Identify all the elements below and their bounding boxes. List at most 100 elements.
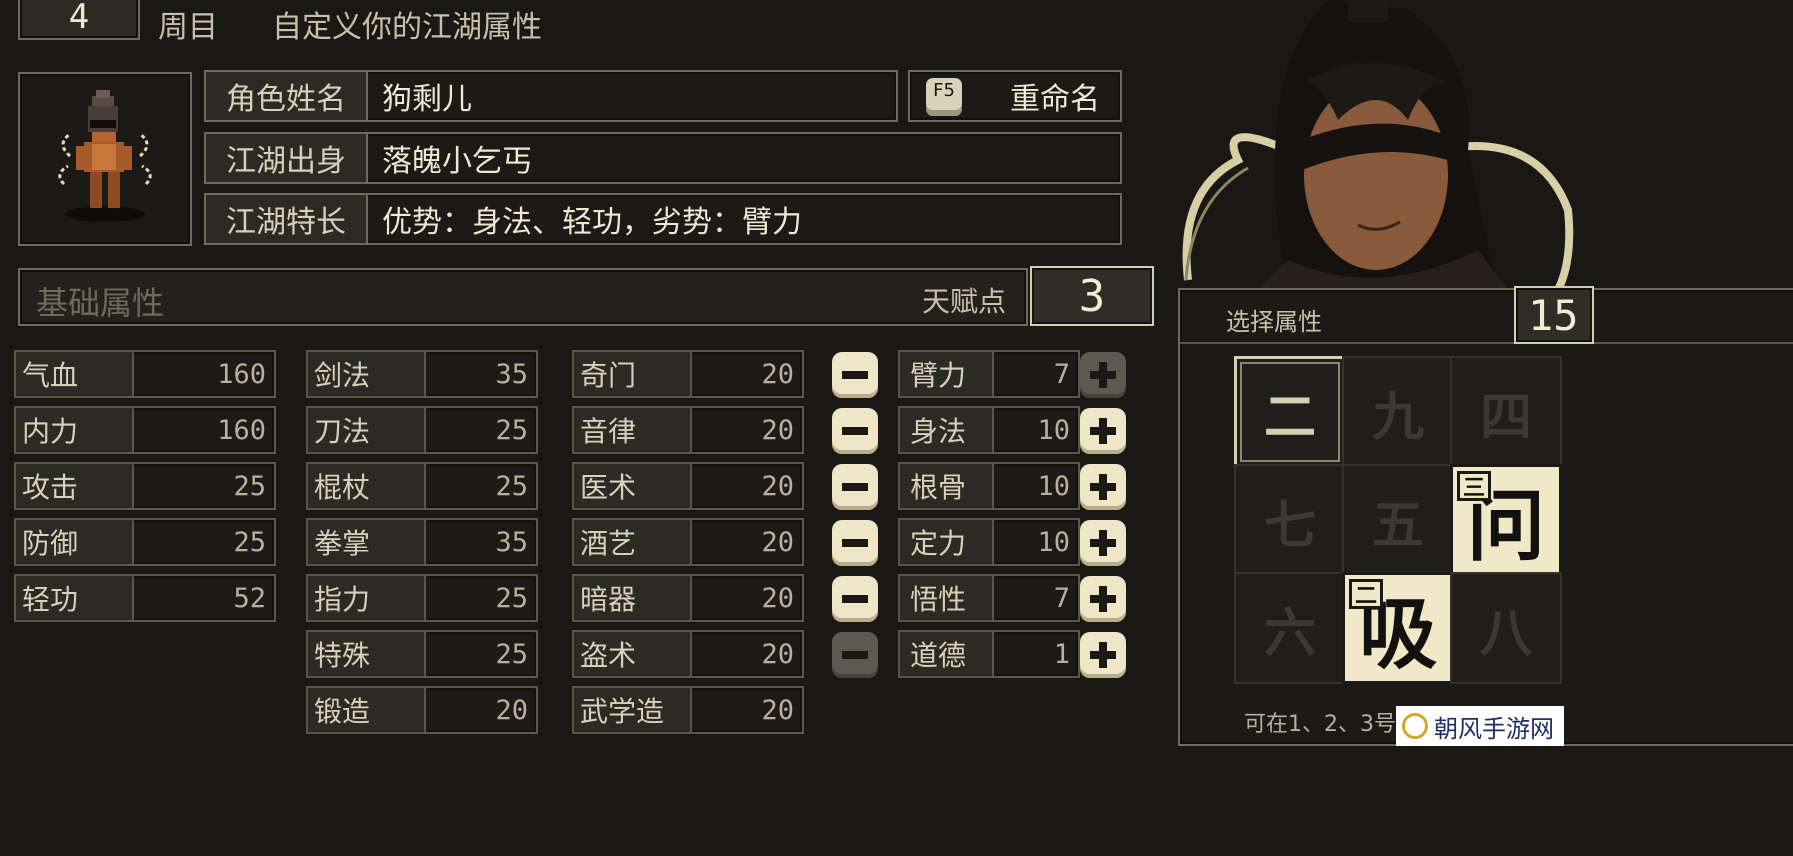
skill-1-value: 25: [495, 414, 528, 446]
skill-4-value: 25: [495, 582, 528, 614]
decrease-1-button[interactable]: [832, 408, 878, 454]
stat-4: 轻功 52: [14, 574, 276, 622]
name-label: 角色姓名: [206, 72, 368, 120]
origin-label: 江湖出身: [206, 134, 368, 182]
minus-icon: [842, 483, 868, 491]
trait-label: 江湖特长: [206, 195, 368, 243]
art-1-label: 音律: [574, 408, 692, 452]
talent-4-label: 悟性: [900, 576, 994, 620]
talent-2-label: 根骨: [900, 464, 994, 508]
select-count-box: 15: [1514, 286, 1594, 344]
art-6-label: 武学造: [574, 688, 692, 732]
cycle-number: 4: [68, 0, 90, 37]
art-2-value: 20: [761, 470, 794, 502]
increase-5-button[interactable]: [1080, 632, 1126, 678]
attribute-tile-2[interactable]: 四: [1450, 356, 1562, 468]
character-sprite: [58, 90, 152, 222]
stat-2-value: 25: [233, 470, 266, 502]
skill-5-label: 特殊: [308, 632, 426, 676]
skill-4-label: 指力: [308, 576, 426, 620]
watermark-logo-icon: [1402, 713, 1428, 739]
attribute-tile-8[interactable]: 八: [1450, 572, 1562, 684]
stat-0-label: 气血: [16, 352, 134, 396]
base-attributes-bar: 基础属性 天赋点: [18, 268, 1028, 326]
increase-0-button[interactable]: [1080, 352, 1126, 398]
art-2-label: 医术: [574, 464, 692, 508]
attribute-tile-0[interactable]: 二: [1234, 356, 1346, 468]
skill-5-value: 25: [495, 638, 528, 670]
character-sprite-frame: [18, 72, 192, 246]
art-4-label: 暗器: [574, 576, 692, 620]
origin-value: 落魄小乞丐: [382, 144, 532, 179]
tile-tag: 二: [1349, 579, 1383, 609]
talent-3-label: 定力: [900, 520, 994, 564]
talent-1-label: 身法: [900, 408, 994, 452]
watermark: 朝风手游网: [1396, 706, 1564, 746]
select-count-value: 15: [1528, 290, 1579, 340]
cycle-label: 周目: [158, 10, 218, 45]
tile-glyph: 七: [1263, 494, 1316, 556]
select-hint: 可在1、2、3号: [1244, 712, 1396, 737]
skill-3-label: 拳掌: [308, 520, 426, 564]
name-value[interactable]: 狗剩儿: [382, 72, 472, 120]
decrease-2-button[interactable]: [832, 464, 878, 510]
art-4-value: 20: [761, 582, 794, 614]
origin-row: 江湖出身 落魄小乞丐: [204, 132, 1122, 184]
skill-2-label: 棍杖: [308, 464, 426, 508]
f5-key-icon: F5: [926, 78, 962, 116]
art-3: 酒艺 20: [572, 518, 804, 566]
talent-0-label: 臂力: [900, 352, 994, 396]
talent-0-value: 7: [1053, 358, 1070, 390]
decrease-0-button[interactable]: [832, 352, 878, 398]
talent-2: 根骨 10: [898, 462, 1080, 510]
talent-points-label: 天赋点: [921, 285, 1006, 318]
skill-3-value: 35: [495, 526, 528, 558]
minus-icon: [842, 595, 868, 603]
rename-button[interactable]: F5 重命名: [908, 70, 1122, 122]
tile-glyph: 九: [1371, 386, 1424, 448]
skill-2-value: 25: [495, 470, 528, 502]
attribute-tile-4[interactable]: 五: [1342, 464, 1454, 576]
skill-0-label: 剑法: [308, 352, 426, 396]
skill-5: 特殊 25: [306, 630, 538, 678]
increase-1-button[interactable]: [1080, 408, 1126, 454]
trait-value: 优势：身法、轻功，劣势：臂力: [382, 205, 802, 240]
art-5-label: 盗术: [574, 632, 692, 676]
minus-icon: [842, 539, 868, 547]
name-row: 角色姓名 狗剩儿: [204, 70, 898, 122]
tile-glyph: 六: [1263, 602, 1316, 664]
art-1-value: 20: [761, 414, 794, 446]
talent-1: 身法 10: [898, 406, 1080, 454]
minus-icon: [842, 427, 868, 435]
increase-4-button[interactable]: [1080, 576, 1126, 622]
attribute-tile-5[interactable]: 三问: [1450, 464, 1562, 576]
stat-0-value: 160: [217, 358, 266, 390]
talent-5-label: 道德: [900, 632, 994, 676]
decrease-4-button[interactable]: [832, 576, 878, 622]
decrease-5-button[interactable]: [832, 632, 878, 678]
attribute-tile-3[interactable]: 七: [1234, 464, 1346, 576]
attribute-tile-1[interactable]: 九: [1342, 356, 1454, 468]
increase-2-button[interactable]: [1080, 464, 1126, 510]
skill-6: 锻造 20: [306, 686, 538, 734]
stat-3-label: 防御: [16, 520, 134, 564]
skill-2: 棍杖 25: [306, 462, 538, 510]
art-5-value: 20: [761, 638, 794, 670]
stat-1-value: 160: [217, 414, 266, 446]
talent-5: 道德 1: [898, 630, 1080, 678]
decrease-3-button[interactable]: [832, 520, 878, 566]
talent-4-value: 7: [1053, 582, 1070, 614]
art-3-value: 20: [761, 526, 794, 558]
art-2: 医术 20: [572, 462, 804, 510]
tile-glyph: 四: [1479, 386, 1532, 448]
attribute-tile-6[interactable]: 六: [1234, 572, 1346, 684]
art-6: 武学造 20: [572, 686, 804, 734]
talent-3: 定力 10: [898, 518, 1080, 566]
art-6-value: 20: [761, 694, 794, 726]
attribute-tile-7[interactable]: 二吸: [1342, 572, 1454, 684]
talent-0: 臂力 7: [898, 350, 1080, 398]
stat-1-label: 内力: [16, 408, 134, 452]
skill-1-label: 刀法: [308, 408, 426, 452]
skill-1: 刀法 25: [306, 406, 538, 454]
increase-3-button[interactable]: [1080, 520, 1126, 566]
